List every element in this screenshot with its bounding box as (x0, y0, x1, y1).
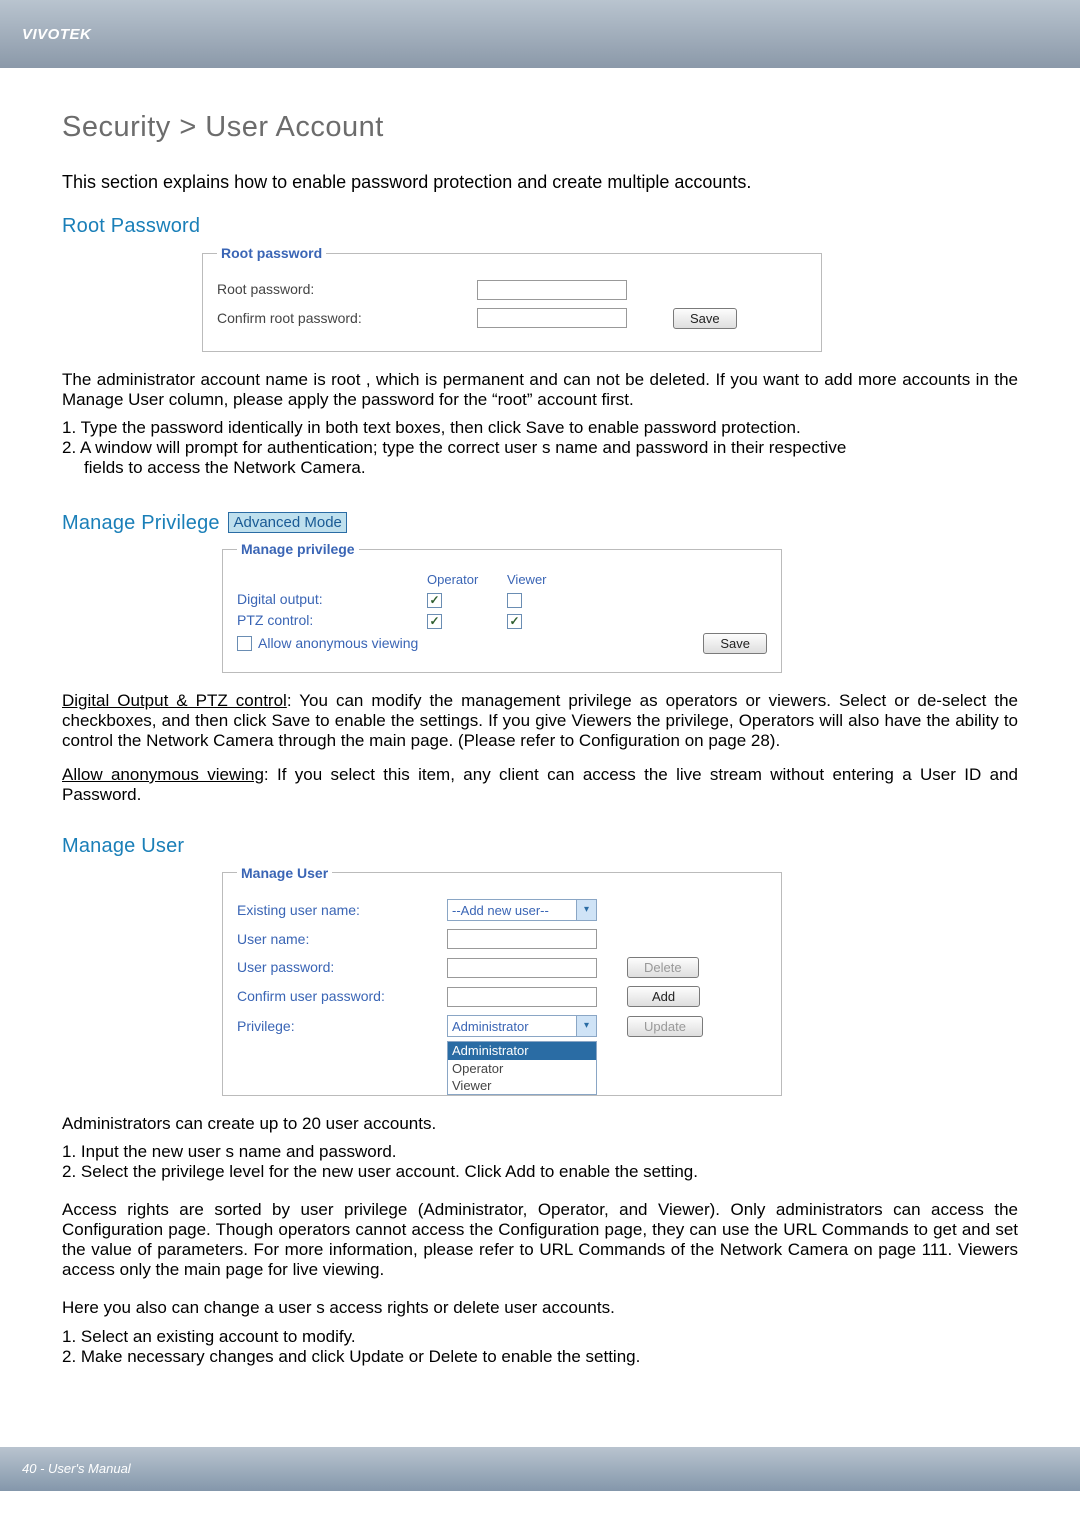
save-button-privilege[interactable]: Save (703, 633, 767, 654)
user-password-input[interactable] (447, 958, 597, 978)
manage-user-para3: Here you also can change a user s access… (62, 1298, 1018, 1318)
confirm-user-password-input[interactable] (447, 987, 597, 1007)
col-operator: Operator (427, 572, 507, 587)
privilege-dropdown[interactable]: Administrator Operator Viewer (447, 1041, 597, 1095)
privilege-value: Administrator (452, 1019, 529, 1034)
delete-button[interactable]: Delete (627, 957, 699, 978)
checkbox-digital-viewer[interactable] (507, 593, 522, 608)
privilege-option-viewer[interactable]: Viewer (448, 1077, 596, 1094)
existing-username-label: Existing user name: (237, 902, 447, 919)
manage-user-para2: Access rights are sorted by user privile… (62, 1200, 1018, 1280)
existing-user-value: --Add new user-- (452, 903, 549, 918)
checkbox-ptz-operator[interactable] (427, 614, 442, 629)
confirm-root-password-input[interactable] (477, 308, 627, 328)
add-button[interactable]: Add (627, 986, 700, 1007)
checkbox-allow-anonymous[interactable] (237, 636, 252, 651)
root-password-panel: Root password Root password: Confirm roo… (202, 245, 822, 352)
root-password-label: Root password: (217, 281, 477, 298)
col-viewer: Viewer (507, 572, 587, 587)
update-button[interactable]: Update (627, 1016, 703, 1037)
manage-user-legend: Manage User (237, 865, 332, 882)
confirm-root-password-label: Confirm root password: (217, 310, 477, 327)
intro-text: This section explains how to enable pass… (62, 172, 1018, 193)
root-password-legend: Root password (217, 245, 326, 262)
header-bar: VIVOTEK (0, 0, 1080, 68)
chevron-down-icon: ▾ (576, 900, 596, 920)
manage-user-step2: 2. Select the privilege level for the ne… (62, 1162, 1018, 1182)
manage-user-step4: 2. Make necessary changes and click Upda… (62, 1347, 1018, 1367)
manage-user-para1: Administrators can create up to 20 user … (62, 1114, 1018, 1134)
row-ptz: PTZ control: (237, 612, 427, 629)
digital-ptz-paragraph: Digital Output & PTZ control: You can mo… (62, 691, 1018, 751)
root-password-paragraph: The administrator account name is root ,… (62, 370, 1018, 410)
anonymous-paragraph: Allow anonymous viewing: If you select t… (62, 765, 1018, 805)
manage-user-panel: Manage User Existing user name: --Add ne… (222, 865, 782, 1097)
manage-privilege-legend: Manage privilege (237, 541, 359, 558)
chevron-down-icon: ▾ (576, 1016, 596, 1036)
username-label: User name: (237, 931, 447, 948)
manage-user-step1: 1. Input the new user s name and passwor… (62, 1142, 1018, 1162)
brand-logo: VIVOTEK (22, 26, 91, 43)
manage-user-heading: Manage User (62, 835, 1018, 859)
manage-privilege-panel: Manage privilege Operator Viewer Digital… (222, 541, 782, 672)
manage-user-step3: 1. Select an existing account to modify. (62, 1327, 1018, 1347)
username-input[interactable] (447, 929, 597, 949)
page-title: Security > User Account (62, 110, 1018, 144)
save-button[interactable]: Save (673, 308, 737, 329)
advanced-mode-badge: Advanced Mode (228, 512, 346, 534)
privilege-option-operator[interactable]: Operator (448, 1060, 596, 1077)
row-anonymous-label: Allow anonymous viewing (258, 635, 418, 652)
manage-privilege-heading: Manage Privilege (62, 512, 220, 534)
root-password-step2: 2. A window will prompt for authenticati… (62, 438, 1018, 458)
checkbox-digital-operator[interactable] (427, 593, 442, 608)
anonymous-underline: Allow anonymous viewing (62, 765, 264, 784)
digital-ptz-underline: Digital Output & PTZ control (62, 691, 287, 710)
confirm-user-password-label: Confirm user password: (237, 988, 447, 1005)
root-password-heading: Root Password (62, 215, 1018, 239)
root-password-step1: 1. Type the password identically in both… (62, 418, 1018, 438)
privilege-label: Privilege: (237, 1018, 447, 1035)
privilege-option-admin[interactable]: Administrator (448, 1042, 596, 1059)
root-password-input[interactable] (477, 280, 627, 300)
existing-user-select[interactable]: --Add new user-- ▾ (447, 899, 597, 921)
checkbox-ptz-viewer[interactable] (507, 614, 522, 629)
page-number: 40 - User's Manual (22, 1461, 131, 1476)
row-digital-output: Digital output: (237, 591, 427, 608)
privilege-select[interactable]: Administrator ▾ (447, 1015, 597, 1037)
root-password-step2b: fields to access the Network Camera. (84, 458, 1018, 478)
footer-bar: 40 - User's Manual (0, 1447, 1080, 1491)
user-password-label: User password: (237, 959, 447, 976)
